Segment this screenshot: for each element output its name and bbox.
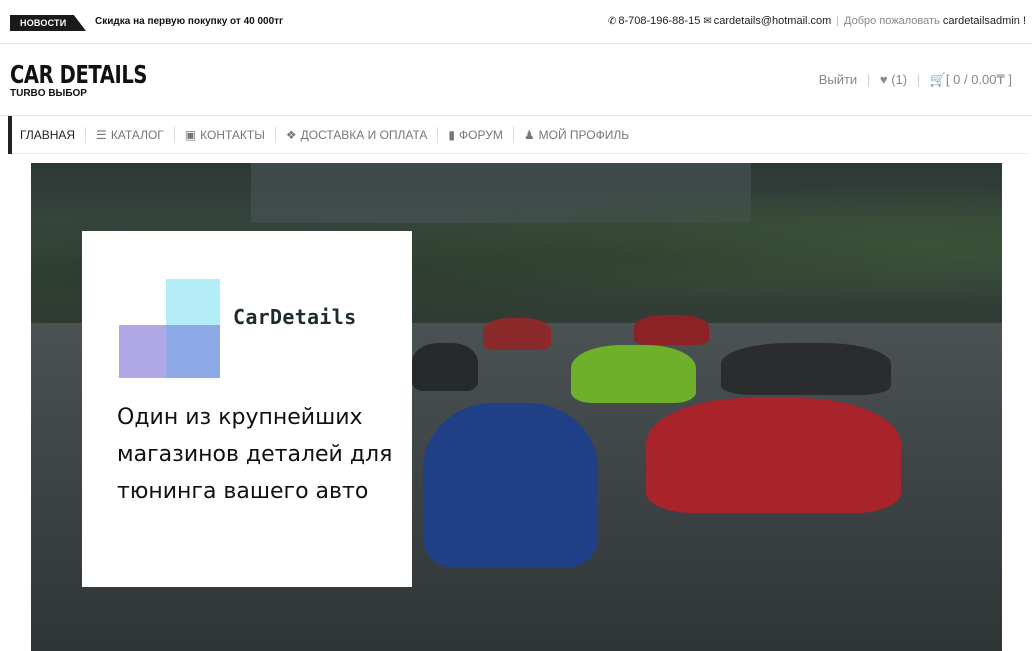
car-image (412, 343, 478, 391)
nav-item-home[interactable]: ГЛАВНАЯ (20, 128, 75, 142)
hero-promo-card: CarDetails Один из крупнейших магазинов … (82, 231, 412, 587)
hero-banner[interactable]: CarDetails Один из крупнейших магазинов … (31, 163, 1002, 651)
nav-item-delivery[interactable]: ❖ ДОСТАВКА И ОПЛАТА (286, 128, 428, 142)
nav-divider (274, 127, 276, 143)
site-logo-title[interactable]: CAR DETAILS (10, 60, 147, 89)
hero-brand-name: CarDetails (233, 305, 357, 329)
nav-item-label: МОЙ ПРОФИЛЬ (538, 128, 630, 142)
main-navigation: ГЛАВНАЯ ☰ КАТАЛОГ ▣ КОНТАКТЫ ❖ ДОСТАВКА И О… (8, 116, 1028, 154)
car-image (423, 403, 598, 568)
nav-item-contacts[interactable]: ▣ КОНТАКТЫ (185, 128, 265, 142)
nav-item-label: КАТАЛОГ (110, 128, 164, 142)
logo-square-left (119, 325, 166, 378)
site-logo-subtitle: TURBO ВЫБОР (10, 88, 87, 99)
car-image (571, 345, 696, 403)
nav-item-profile[interactable]: ♟ МОЙ ПРОФИЛЬ (524, 128, 629, 142)
nav-item-catalog[interactable]: ☰ КАТАЛОГ (96, 128, 164, 142)
nav-item-label: КОНТАКТЫ (200, 128, 265, 142)
dropbox-icon: ❖ (285, 128, 297, 142)
divider: | (836, 16, 839, 27)
news-badge[interactable]: НОВОСТИ (10, 15, 86, 31)
wishlist-count: (1) (891, 72, 908, 87)
hero-tagline: Один из крупнейших магазинов деталей для… (117, 405, 393, 504)
divider: | (866, 72, 871, 87)
comment-icon: ▮ (448, 128, 456, 142)
divider: | (916, 72, 921, 87)
phone-number[interactable]: 8-708-196-88-15 (618, 15, 700, 27)
cart-summary: [ 0 / 0.00₸ ] (945, 72, 1012, 87)
car-image (646, 398, 901, 513)
cart-link[interactable]: 🛒[ 0 / 0.00₸ ] (930, 72, 1012, 87)
logout-link[interactable]: Выйти (819, 72, 858, 87)
car-image (634, 315, 709, 345)
nav-item-label: ФОРУМ (459, 128, 503, 142)
phone-icon: ✆ (607, 16, 617, 27)
user-icon: ♟ (523, 128, 535, 142)
nav-divider (85, 127, 87, 143)
email-link[interactable]: cardetails@hotmail.com (714, 15, 832, 27)
heart-icon: ♥ (879, 72, 888, 87)
logo-square-top (166, 279, 220, 329)
welcome-text: Добро пожаловать (844, 15, 940, 27)
nav-item-label: ДОСТАВКА И ОПЛАТА (300, 128, 428, 142)
username-link[interactable]: cardetailsadmin ! (943, 15, 1026, 27)
basket-icon: ☰ (96, 128, 107, 142)
contact-info: ✆ 8-708-196-88-15 ✉ cardetails@hotmail.com… (608, 15, 1026, 27)
top-bar: НОВОСТИ Скидка на первую покупку от 40 0… (0, 0, 1032, 44)
contact-card-icon: ▣ (184, 128, 197, 142)
news-ticker-text[interactable]: Скидка на первую покупку от 40 000тг (95, 16, 283, 27)
car-image (721, 343, 891, 395)
nav-item-forum[interactable]: ▮ ФОРУМ (448, 128, 502, 142)
site-header: CAR DETAILS TURBO ВЫБОР Выйти | ♥ (1) | … (0, 44, 1032, 116)
car-image (483, 318, 551, 350)
nav-divider (512, 127, 514, 143)
nav-divider (173, 127, 175, 143)
cart-icon: 🛒 (929, 72, 946, 87)
envelope-icon: ✉ (703, 16, 712, 27)
nav-divider (437, 127, 439, 143)
nav-active-indicator (8, 116, 12, 154)
nav-item-label: ГЛАВНАЯ (20, 128, 76, 142)
logo-square-middle (166, 325, 220, 378)
wishlist-link[interactable]: ♥ (1) (880, 72, 907, 87)
user-actions: Выйти | ♥ (1) | 🛒[ 0 / 0.00₸ ] (819, 72, 1012, 88)
